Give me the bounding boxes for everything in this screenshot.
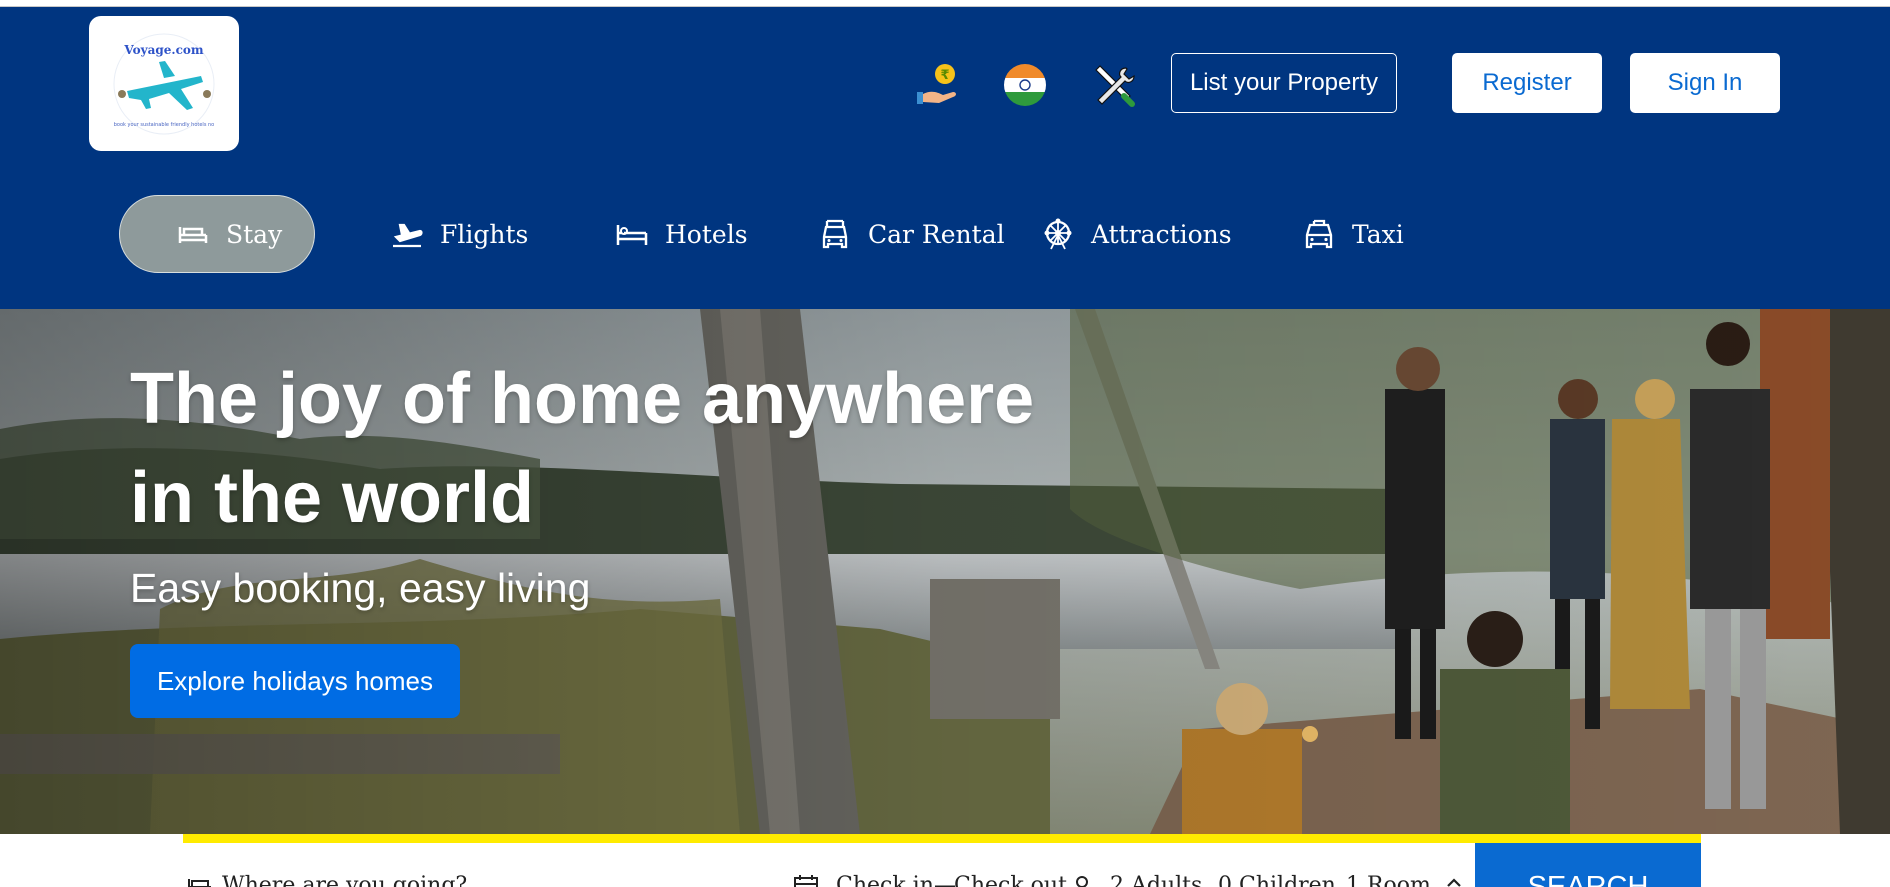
nav-label: Car Rental (868, 219, 1005, 249)
explore-holiday-homes-button[interactable]: Explore holidays homes (130, 644, 460, 718)
car-rental-icon (818, 217, 852, 251)
top-border (0, 0, 1890, 7)
site-header: Voyage.com book your sustainable friendl… (0, 7, 1890, 309)
site-logo[interactable]: Voyage.com book your sustainable friendl… (89, 16, 239, 151)
bed-icon (176, 217, 210, 251)
nav-label: Taxi (1352, 219, 1404, 249)
check-in-field[interactable]: Check in (836, 873, 934, 887)
adults-count[interactable]: 2 Adults (1110, 873, 1202, 887)
nav-label: Stay (226, 219, 283, 249)
register-button[interactable]: Register (1452, 53, 1602, 113)
date-separator: — (934, 873, 956, 887)
nav-item-hotels[interactable]: Hotels (615, 195, 748, 273)
search-bar-border (183, 834, 1701, 843)
rupee-currency-icon[interactable]: ₹ (913, 62, 959, 108)
calendar-icon (792, 873, 820, 887)
person-icon (1068, 873, 1096, 887)
plane-icon (390, 217, 424, 251)
tools-icon[interactable] (1090, 62, 1136, 108)
destination-input[interactable]: Where are you going? (222, 873, 467, 887)
nav-label: Hotels (665, 219, 748, 249)
svg-text:Voyage.com: Voyage.com (123, 43, 203, 57)
svg-text:book your sustainable friendly: book your sustainable friendly hotels no (114, 122, 215, 128)
nav-item-car-rental[interactable]: Car Rental (818, 195, 1005, 273)
plane-logo-icon: Voyage.com book your sustainable friendl… (113, 33, 215, 135)
hero-subtitle: Easy booking, easy living (130, 565, 591, 611)
rooms-count[interactable]: 1 Room (1346, 873, 1431, 887)
svg-text:₹: ₹ (940, 68, 949, 83)
list-property-button[interactable]: List your Property (1171, 53, 1397, 113)
nav-item-flights[interactable]: Flights (390, 195, 528, 273)
sign-in-button[interactable]: Sign In (1630, 53, 1780, 113)
nav-item-taxi[interactable]: Taxi (1302, 195, 1404, 273)
taxi-icon (1302, 217, 1336, 251)
hero-title: The joy of home anywhere in the world (130, 359, 1035, 538)
bed-icon (186, 873, 214, 887)
check-out-field[interactable]: Check out (954, 873, 1067, 887)
nav-item-attractions[interactable]: Attractions (1041, 195, 1232, 273)
ferris-wheel-icon (1041, 217, 1075, 251)
hotel-bed-icon (615, 217, 649, 251)
nav-label: Attractions (1091, 219, 1232, 249)
chevron-up-icon[interactable] (1440, 870, 1468, 887)
children-count[interactable]: 0 Children (1218, 873, 1336, 887)
nav-label: Flights (440, 219, 529, 249)
india-flag-icon[interactable] (1002, 62, 1048, 108)
nav-item-stay[interactable]: Stay (119, 195, 315, 273)
search-button[interactable]: SEARCH (1475, 843, 1701, 887)
